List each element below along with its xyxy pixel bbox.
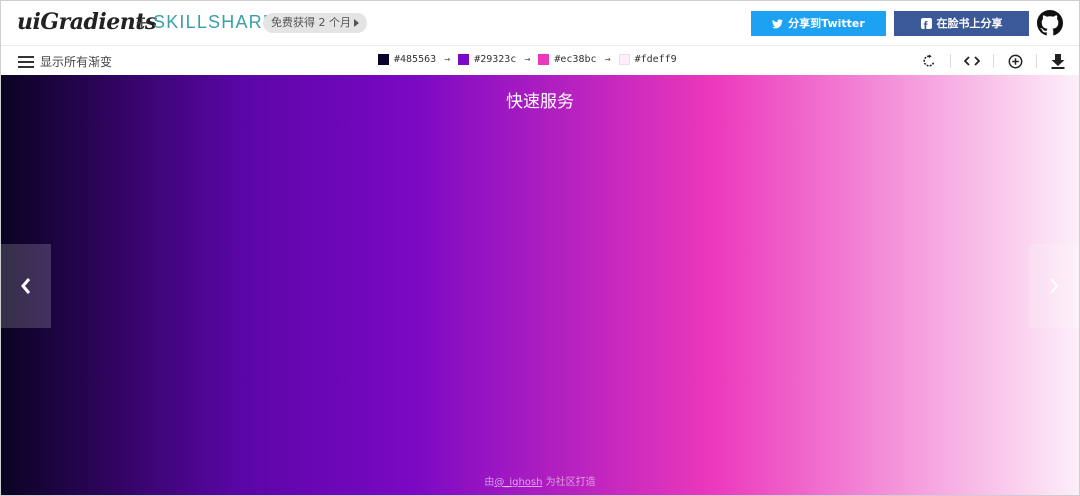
facebook-icon (920, 14, 932, 39)
chevron-right-icon (1050, 278, 1059, 294)
top-header: uiGradients + SKILLSHARE 免费获得 2 个月 分享到Tw… (1, 1, 1079, 45)
credit-prefix: 由 (484, 477, 495, 488)
stop-hex-4: #fdeff9 (634, 54, 677, 65)
caret-right-icon (354, 19, 359, 27)
promo-badge[interactable]: 免费获得 2 个月 (263, 13, 367, 33)
add-circle-icon (1008, 54, 1022, 68)
plus-sign: + (135, 13, 149, 32)
arrow-right-icon: → (524, 54, 531, 65)
previous-gradient-button[interactable] (1, 244, 51, 328)
skillshare-logo[interactable]: SKILLSHARE (153, 12, 276, 33)
tool-group (908, 50, 1079, 72)
hamburger-icon (18, 55, 34, 68)
gradient-toolbar: 显示所有渐变 #485563 → #29323c → #ec38bc → #fd… (1, 45, 1079, 75)
app-window: uiGradients + SKILLSHARE 免费获得 2 个月 分享到Tw… (0, 0, 1080, 496)
share-facebook-label: 在脸书上分享 (936, 17, 1003, 30)
get-css-button[interactable] (951, 50, 993, 72)
color-stop-4[interactable]: #fdeff9 (618, 54, 677, 65)
download-button[interactable] (1037, 50, 1079, 72)
download-icon (1051, 53, 1065, 69)
code-icon (964, 56, 980, 66)
arrow-right-icon: → (444, 54, 451, 65)
swatch-1 (378, 54, 389, 65)
color-stop-3[interactable]: #ec38bc (538, 54, 597, 65)
rotate-icon (923, 54, 935, 67)
github-icon[interactable] (1037, 10, 1063, 36)
color-stop-2[interactable]: #29323c (458, 54, 516, 65)
chevron-left-icon (21, 278, 31, 294)
credit-line: 由@_ighosh 为社区打造 (1, 473, 1079, 488)
show-all-gradients-button[interactable]: 显示所有渐变 (18, 53, 112, 70)
swatch-2 (458, 54, 470, 65)
stop-hex-2: #29323c (474, 54, 517, 65)
share-facebook-button[interactable]: 在脸书上分享 (894, 11, 1029, 39)
author-link[interactable]: @_ighosh (494, 477, 542, 488)
rotate-button[interactable] (908, 50, 950, 72)
add-gradient-button[interactable] (994, 50, 1036, 72)
stop-hex-1: #485563 (394, 54, 437, 65)
gradient-name: 快速服务 (506, 92, 574, 112)
color-stop-1[interactable]: #485563 (378, 54, 436, 65)
show-all-label: 显示所有渐变 (40, 55, 113, 69)
share-twitter-label: 分享到Twitter (788, 17, 865, 30)
promo-label: 免费获得 2 个月 (271, 16, 351, 29)
share-twitter-button[interactable]: 分享到Twitter (751, 11, 886, 36)
gradient-preview: 快速服务 由@_ighosh 为社区打造 (1, 75, 1079, 495)
swatch-3 (538, 54, 550, 65)
color-stops: #485563 → #29323c → #ec38bc → #fdeff9 (378, 54, 677, 65)
arrow-right-icon: → (604, 54, 611, 65)
twitter-icon (772, 18, 784, 28)
credit-suffix: 为社区打造 (542, 477, 596, 488)
next-gradient-button[interactable] (1029, 244, 1079, 328)
swatch-4 (618, 54, 630, 65)
stop-hex-3: #ec38bc (554, 54, 597, 65)
